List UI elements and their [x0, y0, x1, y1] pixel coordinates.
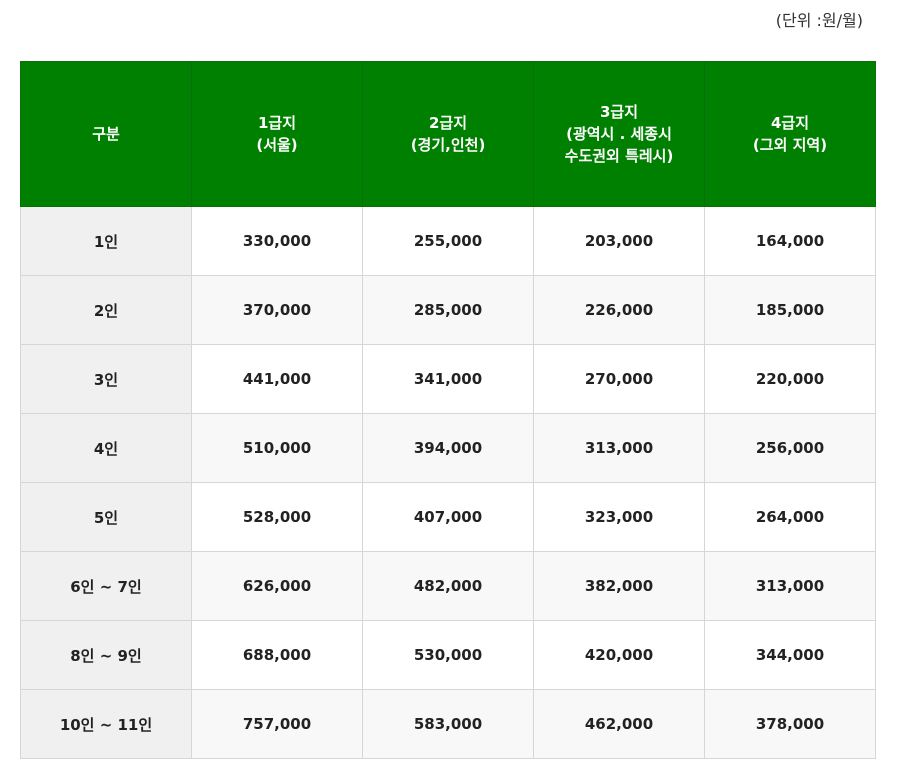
cell-value: 528,000	[191, 482, 363, 552]
header-tier-2: 2급지 (경기,인천)	[362, 61, 534, 207]
cell-value: 482,000	[362, 551, 534, 621]
cell-value: 220,000	[704, 344, 876, 414]
cell-value: 313,000	[533, 413, 705, 483]
row-label: 10인 ~ 11인	[20, 689, 192, 759]
table-row: 5인 528,000 407,000 323,000 264,000	[20, 482, 876, 552]
table-row: 2인 370,000 285,000 226,000 185,000	[20, 275, 876, 345]
cell-value: 264,000	[704, 482, 876, 552]
header-row: 구분 1급지 (서울) 2급지 (경기,인천) 3급지 (광역시 . 세종시 수…	[20, 61, 876, 207]
cell-value: 688,000	[191, 620, 363, 690]
table-row: 10인 ~ 11인 757,000 583,000 462,000 378,00…	[20, 689, 876, 759]
table-row: 6인 ~ 7인 626,000 482,000 382,000 313,000	[20, 551, 876, 621]
row-label: 1인	[20, 206, 192, 276]
table-row: 1인 330,000 255,000 203,000 164,000	[20, 206, 876, 276]
header-tier-1: 1급지 (서울)	[191, 61, 363, 207]
cell-value: 510,000	[191, 413, 363, 483]
cell-value: 341,000	[362, 344, 534, 414]
header-category: 구분	[20, 61, 192, 207]
cell-value: 330,000	[191, 206, 363, 276]
cell-value: 313,000	[704, 551, 876, 621]
row-label: 2인	[20, 275, 192, 345]
cell-value: 226,000	[533, 275, 705, 345]
header-tier-3: 3급지 (광역시 . 세종시 수도권외 특레시)	[533, 61, 705, 207]
unit-note: (단위 :원/월)	[775, 11, 863, 30]
cell-value: 462,000	[533, 689, 705, 759]
table-row: 8인 ~ 9인 688,000 530,000 420,000 344,000	[20, 620, 876, 690]
cell-value: 270,000	[533, 344, 705, 414]
cell-value: 323,000	[533, 482, 705, 552]
cell-value: 370,000	[191, 275, 363, 345]
cell-value: 285,000	[362, 275, 534, 345]
cell-value: 203,000	[533, 206, 705, 276]
row-label: 6인 ~ 7인	[20, 551, 192, 621]
row-label: 5인	[20, 482, 192, 552]
cell-value: 255,000	[362, 206, 534, 276]
table-row: 3인 441,000 341,000 270,000 220,000	[20, 344, 876, 414]
cell-value: 256,000	[704, 413, 876, 483]
header-tier-4: 4급지 (그외 지역)	[704, 61, 876, 207]
cell-value: 344,000	[704, 620, 876, 690]
cell-value: 378,000	[704, 689, 876, 759]
cell-value: 394,000	[362, 413, 534, 483]
table-header: 구분 1급지 (서울) 2급지 (경기,인천) 3급지 (광역시 . 세종시 수…	[20, 61, 876, 207]
cell-value: 530,000	[362, 620, 534, 690]
cell-value: 420,000	[533, 620, 705, 690]
cell-value: 626,000	[191, 551, 363, 621]
cell-value: 185,000	[704, 275, 876, 345]
row-label: 8인 ~ 9인	[20, 620, 192, 690]
cell-value: 441,000	[191, 344, 363, 414]
cell-value: 757,000	[191, 689, 363, 759]
cell-value: 382,000	[533, 551, 705, 621]
cell-value: 164,000	[704, 206, 876, 276]
cell-value: 407,000	[362, 482, 534, 552]
table-row: 4인 510,000 394,000 313,000 256,000	[20, 413, 876, 483]
cell-value: 583,000	[362, 689, 534, 759]
row-label: 3인	[20, 344, 192, 414]
rate-table: 구분 1급지 (서울) 2급지 (경기,인천) 3급지 (광역시 . 세종시 수…	[20, 61, 876, 759]
row-label: 4인	[20, 413, 192, 483]
table-body: 1인 330,000 255,000 203,000 164,000 2인 37…	[20, 206, 876, 759]
